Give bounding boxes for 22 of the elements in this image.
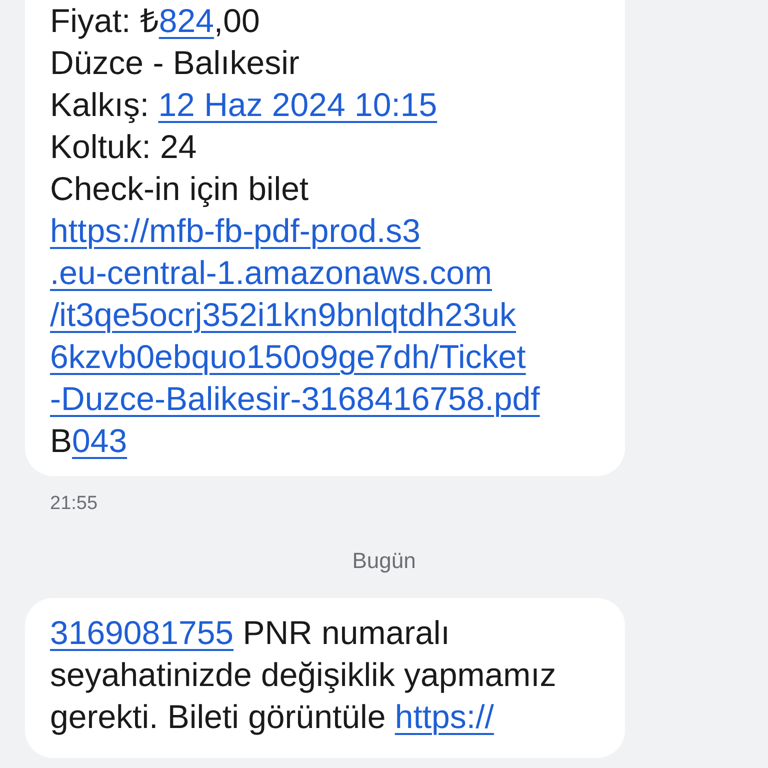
- link[interactable]: .eu-central-1.amazonaws.com: [50, 254, 492, 291]
- message-text: Düzce - Balıkesir: [50, 44, 300, 81]
- message-time: 21:55: [50, 492, 99, 516]
- date-separator: Bugün: [352, 547, 416, 575]
- message-text: Kalkış:: [50, 86, 150, 123]
- link[interactable]: 12 Haz 2024 10:15: [158, 86, 438, 123]
- message-text: ,00: [214, 2, 260, 39]
- message-text: Koltuk: 24: [50, 128, 197, 165]
- link[interactable]: 824: [158, 2, 214, 39]
- link[interactable]: https://mfb-fb-pdf-prod.s3: [50, 212, 420, 249]
- message-text: gerekti. Bileti görüntüle: [50, 698, 387, 735]
- link[interactable]: /it3qe5ocrj352i1kn9bnlqtdh23uk: [50, 296, 516, 333]
- link[interactable]: -Duzce-Balikesir-3168416758.pdf: [50, 380, 540, 417]
- link[interactable]: 3169081755: [50, 614, 234, 651]
- message-text: PNR numaralı: [242, 614, 450, 651]
- link[interactable]: 6kzvb0ebquo150o9ge7dh/Ticket: [50, 338, 526, 375]
- message-text: B: [50, 422, 72, 459]
- message-text: seyahatinizde değişiklik yapmamız: [50, 656, 556, 693]
- link[interactable]: https://: [394, 698, 494, 735]
- message-text: Fiyat: ₺: [50, 2, 159, 39]
- message-text: Check-in için bilet: [50, 170, 309, 207]
- link[interactable]: 043: [72, 422, 128, 459]
